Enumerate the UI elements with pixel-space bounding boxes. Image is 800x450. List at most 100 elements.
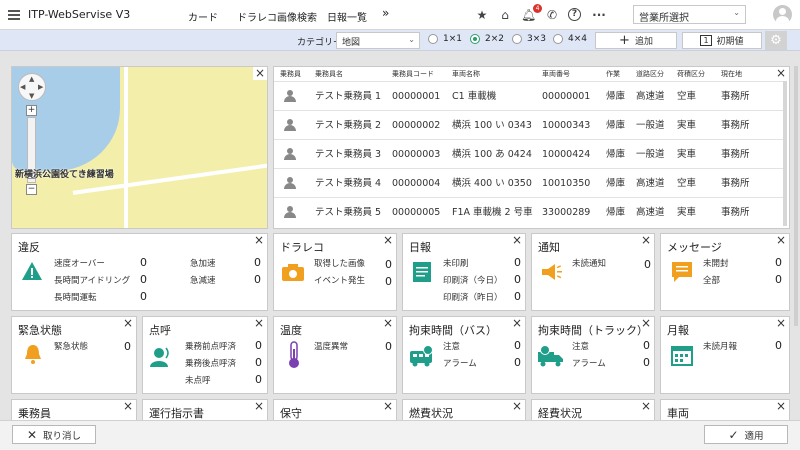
close-icon[interactable]: ×	[776, 67, 786, 80]
user-avatar[interactable]	[773, 5, 792, 24]
close-icon[interactable]: ×	[252, 67, 267, 80]
cell-crew-name: テスト乗務員 2	[315, 120, 382, 131]
card-daily-report[interactable]: 日報 × 未印刷 0 印刷済（今日） 0 印刷済（昨日） 0	[402, 233, 526, 311]
table-row[interactable]: テスト乗務員 1 00000001 C1 車載機 00000001 帰庫 高速道 空車 事務所	[274, 81, 786, 110]
zoom-out-icon[interactable]: −	[26, 184, 37, 195]
card-label: 未印刷	[443, 259, 469, 269]
card-message[interactable]: メッセージ × 未開封 0 全部 0	[660, 233, 790, 311]
close-icon[interactable]: ×	[512, 234, 522, 247]
table-row[interactable]: テスト乗務員 4 00000004 横浜 400 い 0350 10010350 帰庫高…	[274, 168, 786, 197]
app-title: ITP-WebServise V3	[28, 8, 131, 21]
cell-vehicle-name: 横浜 100 い 0343	[452, 120, 532, 131]
cell-vehicle-number: 10010350	[542, 178, 591, 189]
card-operation-instruction[interactable]: 運行指示書 ×	[142, 399, 268, 420]
bell-alert-icon	[25, 345, 41, 364]
map-panel[interactable]: ▲ ▼ ◀ ▶ + − 新横浜公園役てき練習場 ×	[11, 66, 268, 229]
card-title: 車両	[667, 407, 689, 420]
pan-down-icon[interactable]: ▼	[29, 92, 34, 100]
cell-load-type: 実車	[677, 120, 697, 131]
card-vehicle[interactable]: 車両 ×	[660, 399, 790, 420]
grid-radio-3x3[interactable]: 3×3	[512, 34, 546, 44]
more-dots-icon[interactable]: ···	[592, 8, 606, 22]
card-title: 温度	[280, 324, 302, 337]
close-icon[interactable]: ×	[254, 234, 264, 247]
card-title: 日報	[409, 241, 431, 254]
grid-radio-1x1[interactable]: 1×1	[428, 34, 462, 44]
col-header-location: 現在地	[721, 70, 742, 78]
close-icon: ✕	[26, 427, 38, 442]
card-restraint-bus[interactable]: 拘束時間（バス） × 注意 0 アラーム 0	[402, 316, 526, 394]
card-label: 未点呼	[185, 376, 211, 386]
office-select[interactable]: 営業所選択 ⌄	[633, 5, 746, 24]
close-icon[interactable]: ×	[254, 317, 264, 330]
add-button[interactable]: + 追加	[595, 32, 677, 49]
close-icon[interactable]: ×	[512, 317, 522, 330]
nav-dashcam-search[interactable]: ドラレコ画像検索	[237, 9, 317, 24]
table-row[interactable]: テスト乗務員 2 00000002 横浜 100 い 0343 10000343 帰庫一…	[274, 110, 786, 139]
card-fuel[interactable]: 燃費状況 ×	[402, 399, 526, 420]
close-icon[interactable]: ×	[776, 317, 786, 330]
card-crew[interactable]: 乗務員 ×	[11, 399, 137, 420]
close-icon[interactable]: ×	[641, 400, 651, 413]
check-icon: ✓	[728, 427, 739, 442]
close-icon[interactable]: ×	[641, 234, 651, 247]
table-row[interactable]: テスト乗務員 5 00000005 F1A 車載機 2 号車 33000289 帰庫 高速…	[274, 197, 786, 226]
card-emergency[interactable]: 緊急状態 × 緊急状態 0	[11, 316, 137, 394]
card-label: 取得した画像	[314, 259, 366, 269]
card-label: 注意	[443, 342, 461, 352]
card-value: 0	[514, 256, 521, 269]
table-row[interactable]: テスト乗務員 3 00000003 横浜 100 あ 0424 10000424 帰庫一…	[274, 139, 786, 168]
close-icon[interactable]: ×	[776, 234, 786, 247]
category-select[interactable]: 地図 ⌄	[336, 32, 420, 49]
nav-more-icon[interactable]: »	[382, 6, 389, 20]
reset-default-button[interactable]: 1 初期値	[682, 32, 762, 49]
grid-radio-label: 4×4	[568, 34, 587, 44]
table-scrollbar[interactable]	[783, 81, 787, 226]
card-violation[interactable]: 違反 × 速度オーバー 0 長時間アイドリング 0 長時間運転 0 急加速 0 …	[11, 233, 268, 311]
hamburger-menu-icon[interactable]	[8, 10, 20, 20]
close-icon[interactable]: ×	[383, 234, 393, 247]
close-icon[interactable]: ×	[123, 400, 133, 413]
calendar-icon	[671, 346, 693, 366]
cancel-button[interactable]: ✕ 取り消し	[12, 425, 96, 444]
close-icon[interactable]: ×	[383, 317, 393, 330]
close-icon[interactable]: ×	[383, 400, 393, 413]
cell-crew-code: 00000004	[392, 178, 441, 189]
card-restraint-truck[interactable]: 拘束時間（トラック） × 注意 0 アラーム 0	[531, 316, 655, 394]
pan-left-icon[interactable]: ◀	[20, 83, 25, 91]
home-icon[interactable]: ⌂	[498, 8, 512, 22]
close-icon[interactable]: ×	[512, 400, 522, 413]
help-icon[interactable]: ?	[568, 8, 581, 21]
apply-button[interactable]: ✓ 適用	[704, 425, 788, 444]
pan-up-icon[interactable]: ▲	[29, 75, 34, 83]
page-scrollbar[interactable]	[794, 66, 798, 326]
cell-work: 帰庫	[606, 178, 626, 189]
close-icon[interactable]: ×	[776, 400, 786, 413]
close-icon[interactable]: ×	[254, 400, 264, 413]
phone-icon[interactable]: ✆	[545, 8, 559, 22]
card-rollcall[interactable]: 点呼 × 乗務前点呼済 0 乗務後点呼済 0 未点呼 0	[142, 316, 268, 394]
cell-load-type: 実車	[677, 207, 697, 218]
close-icon[interactable]: ×	[123, 317, 133, 330]
card-label: 未読月報	[703, 342, 738, 352]
card-label: 緊急状態	[54, 342, 89, 352]
box-one-icon: 1	[700, 35, 712, 46]
nav-daily-report-list[interactable]: 日報一覧	[327, 9, 367, 24]
card-monthly-report[interactable]: 月報 × 未読月報 0	[660, 316, 790, 394]
grid-radio-2x2[interactable]: 2×2	[470, 34, 504, 44]
map-pan-control[interactable]: ▲ ▼ ◀ ▶	[18, 73, 46, 101]
card-expense[interactable]: 経費状況 ×	[531, 399, 655, 420]
nav-card[interactable]: カード	[188, 9, 218, 24]
card-maintenance[interactable]: 保守 ×	[273, 399, 397, 420]
gear-icon[interactable]: ⚙	[765, 31, 787, 50]
close-icon[interactable]: ×	[641, 317, 651, 330]
grid-radio-4x4[interactable]: 4×4	[553, 34, 587, 44]
pan-right-icon[interactable]: ▶	[38, 83, 43, 91]
card-temperature[interactable]: 温度 × 温度異常 0	[273, 316, 397, 394]
card-dashcam[interactable]: ドラレコ × 取得した画像 0 イベント発生 0	[273, 233, 397, 311]
card-notification[interactable]: 通知 × 未読通知 0	[531, 233, 655, 311]
star-icon[interactable]: ★	[475, 8, 489, 22]
zoom-in-icon[interactable]: +	[26, 105, 37, 116]
col-header-vehicle-name: 車両名称	[452, 70, 480, 78]
cell-road-type: 高速道	[636, 207, 665, 218]
